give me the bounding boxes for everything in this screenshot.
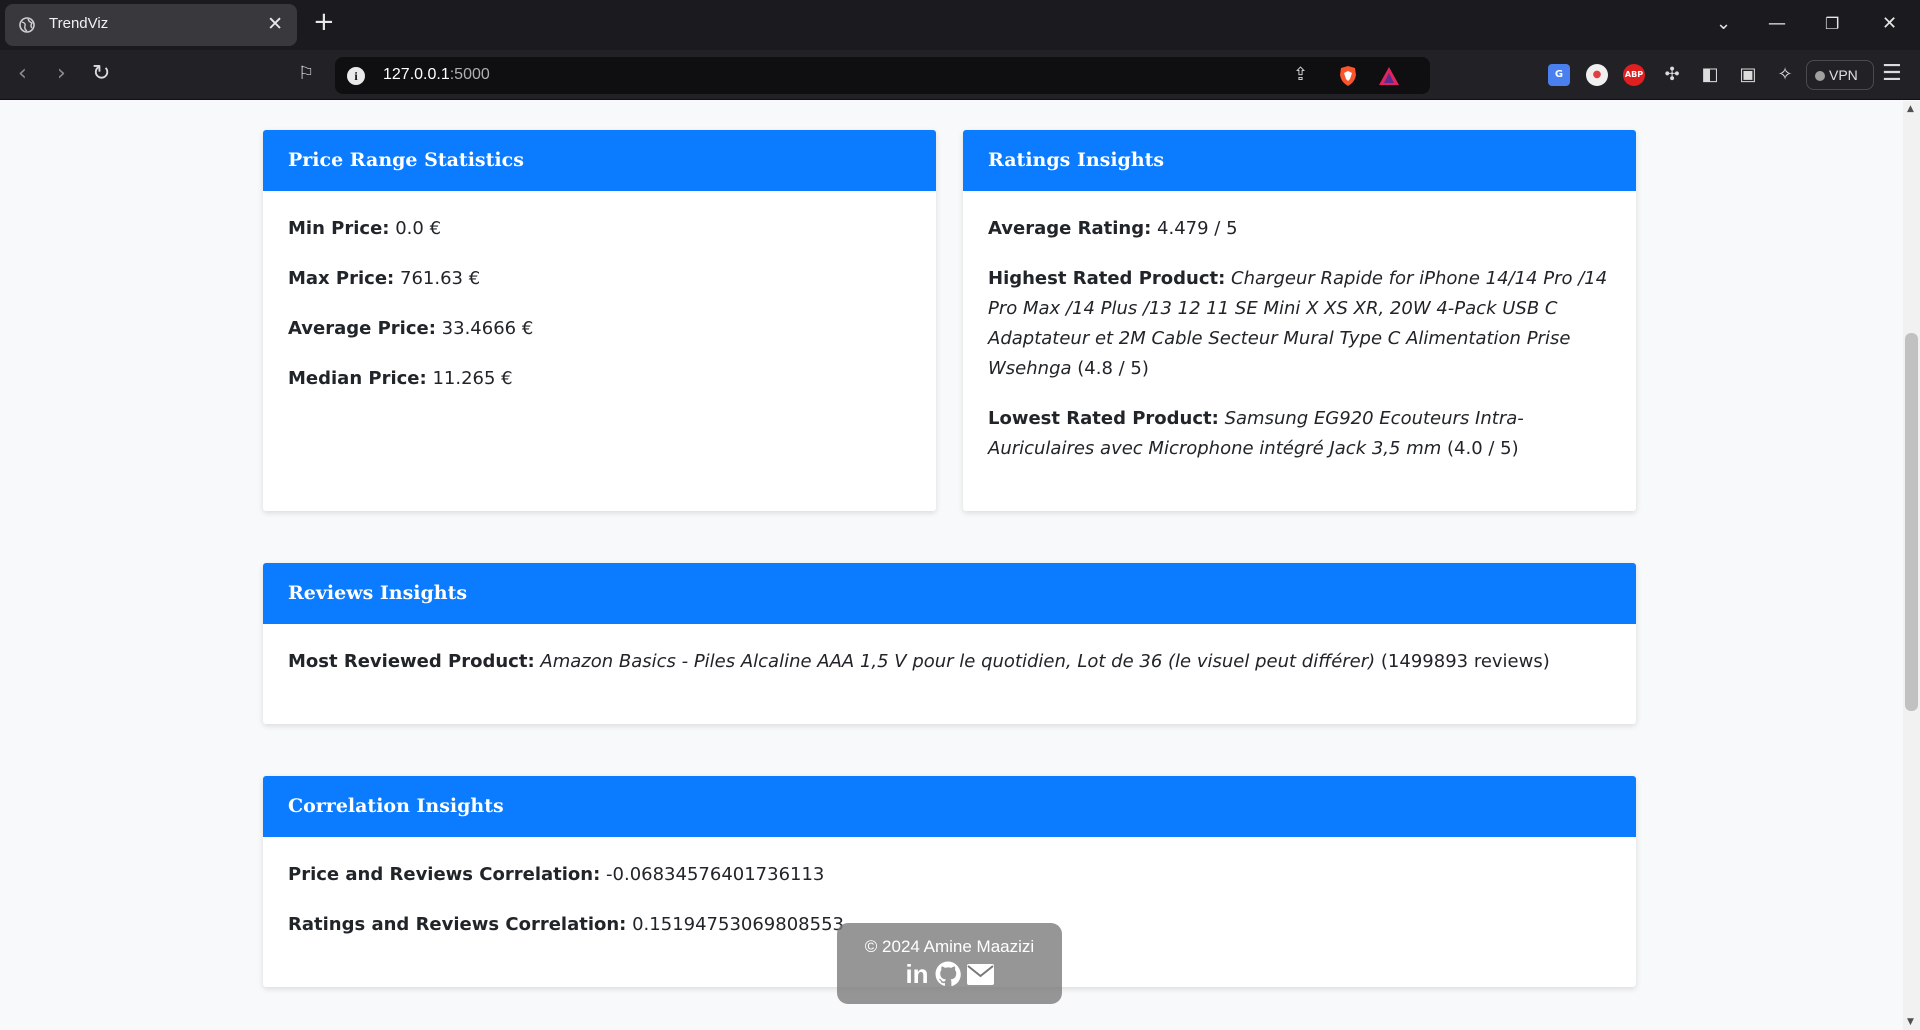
scroll-up-icon[interactable]: ▲ <box>1907 104 1914 114</box>
price-range-card-title: Price Range Statistics <box>263 130 936 191</box>
copyright-text: © 2024 Amine Maazizi <box>864 937 1035 956</box>
median-price-row: Median Price: 11.265 € <box>288 368 513 389</box>
window-close-icon[interactable]: ✕ <box>1882 12 1897 36</box>
average-price-row: Average Price: 33.4666 € <box>288 318 534 339</box>
browser-tab[interactable]: TrendViz ✕ <box>5 4 297 46</box>
footer: © 2024 Amine Maazizi in <box>837 923 1062 1004</box>
restore-icon[interactable]: ❐ <box>1825 12 1839 36</box>
address-bar[interactable]: i 127.0.0.1:5000 ⇪ <box>335 57 1430 94</box>
site-info-icon[interactable]: i <box>347 67 365 85</box>
vpn-button[interactable]: VPN <box>1806 60 1874 90</box>
brave-shields-icon[interactable] <box>1338 65 1358 87</box>
leo-ai-icon[interactable]: ✧ <box>1774 64 1796 86</box>
price-range-card: Price Range Statistics Min Price: 0.0 € … <box>263 130 936 511</box>
close-tab-icon[interactable]: ✕ <box>267 13 283 35</box>
correlation-insights-card-title: Correlation Insights <box>263 776 1636 837</box>
ratings-insights-card-title: Ratings Insights <box>963 130 1636 191</box>
linkedin-icon[interactable]: in <box>905 961 928 987</box>
most-reviewed-row: Most Reviewed Product: Amazon Basics - P… <box>288 651 1550 672</box>
sidebar-icon[interactable]: ◧ <box>1699 64 1721 86</box>
price-reviews-correlation-row: Price and Reviews Correlation: -0.068345… <box>288 864 825 885</box>
translate-icon[interactable]: G <box>1548 64 1570 86</box>
adblock-plus-icon[interactable]: ABP <box>1623 64 1645 86</box>
tab-search-chevron-icon[interactable]: ⌄ <box>1716 12 1731 36</box>
vertical-scrollbar[interactable]: ▲ ▼ <box>1903 101 1920 1030</box>
vpn-status-icon <box>1815 71 1825 81</box>
share-icon[interactable]: ⇪ <box>1293 64 1308 86</box>
url-text: 127.0.0.1:5000 <box>383 66 490 83</box>
tab-strip: TrendViz ✕ + ⌄ — ❐ ✕ <box>0 0 1920 50</box>
page-content: Price Range Statistics Min Price: 0.0 € … <box>0 101 1903 1030</box>
reviews-insights-card: Reviews Insights Most Reviewed Product: … <box>263 563 1636 724</box>
bookmark-icon[interactable]: ⚐ <box>298 62 314 86</box>
back-icon[interactable]: ‹ <box>18 62 27 86</box>
lowest-rated-row: Lowest Rated Product: Samsung EG920 Ecou… <box>988 408 1524 459</box>
globe-icon <box>19 17 35 33</box>
tab-title: TrendViz <box>49 15 109 32</box>
wallet-icon[interactable]: ▣ <box>1737 64 1759 86</box>
social-links: in <box>837 961 1062 987</box>
new-tab-button[interactable]: + <box>313 9 335 35</box>
min-price-row: Min Price: 0.0 € <box>288 218 442 239</box>
forward-icon[interactable]: › <box>57 62 66 86</box>
minimize-icon[interactable]: — <box>1768 12 1786 36</box>
email-icon[interactable] <box>966 963 994 985</box>
hamburger-menu-icon[interactable]: ☰ <box>1882 62 1902 86</box>
extension-record-icon[interactable]: ● <box>1586 64 1608 86</box>
average-rating-row: Average Rating: 4.479 / 5 <box>988 218 1238 239</box>
reload-icon[interactable]: ↻ <box>92 62 110 86</box>
highest-rated-row: Highest Rated Product: Chargeur Rapide f… <box>988 268 1608 379</box>
scroll-down-icon[interactable]: ▼ <box>1907 1017 1914 1027</box>
ratings-insights-card: Ratings Insights Average Rating: 4.479 /… <box>963 130 1636 511</box>
max-price-row: Max Price: 761.63 € <box>288 268 481 289</box>
extensions-puzzle-icon[interactable]: ✣ <box>1661 64 1683 86</box>
scrollbar-thumb[interactable] <box>1905 333 1918 711</box>
reviews-insights-card-title: Reviews Insights <box>263 563 1636 624</box>
brave-rewards-icon[interactable] <box>1378 66 1400 86</box>
github-icon[interactable] <box>935 961 961 987</box>
